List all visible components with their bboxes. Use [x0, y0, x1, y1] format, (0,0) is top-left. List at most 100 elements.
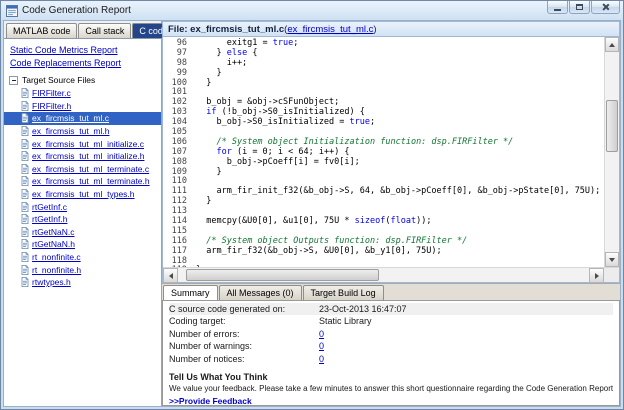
tree-item-ex-fircmsis-tut-ml-initialize-h[interactable]: ex_fircmsis_tut_ml_initialize.h	[4, 150, 161, 163]
tree-item-rtgetinf-h[interactable]: rtGetInf.h	[4, 213, 161, 226]
provide-feedback-link[interactable]: >>Provide Feedback	[169, 396, 252, 406]
tree-item-label[interactable]: rtGetNaN.c	[32, 227, 75, 237]
top-tab-strip: MATLAB codeCall stackC code	[4, 21, 161, 39]
summary-value: Static Library	[319, 315, 372, 327]
file-icon	[21, 227, 29, 237]
tree-item-label[interactable]: ex_fircmsis_tut_ml.h	[32, 126, 109, 136]
horizontal-scroll-track[interactable]	[178, 268, 589, 282]
tree-item-ex-fircmsis-tut-ml-h[interactable]: ex_fircmsis_tut_ml.h	[4, 125, 161, 138]
tree-item-rt-nonfinite-h[interactable]: rt_nonfinite.h	[4, 263, 161, 276]
vertical-scrollbar[interactable]	[604, 37, 619, 267]
code-line: 117 arm_fir_f32(&b_obj->S, &U0[0], &b_y1…	[163, 247, 604, 257]
sidebar-report-links: Static Code Metrics Report Code Replaceme…	[4, 45, 161, 68]
tree-item-ex-fircmsis-tut-ml-initialize-c[interactable]: ex_fircmsis_tut_ml_initialize.c	[4, 137, 161, 150]
arrow-down-icon	[609, 258, 615, 262]
tree-item-rtgetnan-h[interactable]: rtGetNaN.h	[4, 238, 161, 251]
code-line: 98 i++;	[163, 59, 604, 69]
tree-item-label[interactable]: rt_nonfinite.h	[32, 265, 81, 275]
vertical-scroll-track[interactable]	[605, 52, 619, 252]
tree-item-label[interactable]: ex_fircmsis_tut_ml_initialize.h	[32, 151, 144, 161]
tab-call-stack[interactable]: Call stack	[78, 23, 131, 38]
tree-item-label[interactable]: rtGetNaN.h	[32, 239, 75, 249]
vertical-scroll-thumb[interactable]	[606, 100, 618, 152]
feedback-text: We value your feedback. Please take a fe…	[169, 383, 613, 394]
minimize-icon	[554, 9, 561, 11]
close-icon	[602, 3, 610, 11]
tab-summary[interactable]: Summary	[163, 285, 218, 300]
tree-item-label[interactable]: ex_fircmsis_tut_ml.c	[32, 113, 109, 123]
file-header-link[interactable]: ex_fircmsis_tut_ml.c	[287, 24, 373, 35]
code-line: 111 arm_fir_init_f32(&b_obj->S, 64, &b_o…	[163, 187, 604, 197]
tree-item-rtwtypes-h[interactable]: rtwtypes.h	[4, 276, 161, 289]
scroll-down-button[interactable]	[605, 252, 619, 267]
file-icon	[21, 101, 29, 111]
source-text: b_obj->S0_isInitialized = true;	[196, 117, 375, 127]
tree-item-label[interactable]: ex_fircmsis_tut_ml_initialize.c	[32, 139, 144, 149]
sidebar: Static Code Metrics Report Code Replaceme…	[4, 39, 161, 406]
tree-item-label[interactable]: rtGetInf.h	[32, 214, 67, 224]
arrow-up-icon	[609, 43, 615, 47]
tree-item-ex-fircmsis-tut-ml-terminate-c[interactable]: ex_fircmsis_tut_ml_terminate.c	[4, 163, 161, 176]
scroll-left-button[interactable]	[163, 268, 178, 283]
summary-label: C source code generated on:	[169, 303, 319, 315]
tree-item-label[interactable]: ex_fircmsis_tut_ml_terminate.c	[32, 164, 149, 174]
tree-root-target-source-files[interactable]: Target Source Files	[4, 74, 161, 87]
title-bar: Code Generation Report	[1, 1, 623, 20]
window-frame: MATLAB codeCall stackC code Static Code …	[1, 20, 623, 409]
tree-item-firfilter-c[interactable]: FIRFilter.c	[4, 87, 161, 100]
link-code-replacements-report[interactable]: Code Replacements Report	[10, 58, 155, 68]
tree-item-label[interactable]: rt_nonfinite.c	[32, 252, 81, 262]
arrow-right-icon	[595, 273, 599, 279]
tree-item-rtgetnan-c[interactable]: rtGetNaN.c	[4, 226, 161, 239]
collapse-icon[interactable]	[9, 76, 18, 85]
file-icon	[21, 252, 29, 262]
summary-row: Coding target:Static Library	[169, 315, 613, 327]
summary-value[interactable]: 0	[319, 353, 324, 365]
code-main: 96 exitg1 = true;97 } else {98 i++;99 }1…	[163, 37, 619, 267]
tree-item-rt-nonfinite-c[interactable]: rt_nonfinite.c	[4, 251, 161, 264]
source-text: if (!b_obj->S0_isInitialized) {	[196, 107, 365, 117]
tree-item-label[interactable]: rtGetInf.c	[32, 202, 67, 212]
tree-item-rtgetinf-c[interactable]: rtGetInf.c	[4, 200, 161, 213]
tree-item-label[interactable]: ex_fircmsis_tut_ml_terminate.h	[32, 176, 150, 186]
horizontal-scroll-thumb[interactable]	[186, 269, 379, 281]
tree-item-ex-fircmsis-tut-ml-terminate-h[interactable]: ex_fircmsis_tut_ml_terminate.h	[4, 175, 161, 188]
tab-target-build-log[interactable]: Target Build Log	[303, 285, 384, 300]
summary-label: Number of notices:	[169, 353, 319, 365]
source-text: /* System object Outputs function: dsp.F…	[196, 236, 467, 246]
tree-item-label[interactable]: ex_fircmsis_tut_ml_types.h	[32, 189, 135, 199]
summary-value[interactable]: 0	[319, 328, 324, 340]
app-body: MATLAB codeCall stackC code Static Code …	[3, 20, 621, 407]
tree-item-firfilter-h[interactable]: FIRFilter.h	[4, 100, 161, 113]
source-text: exitg1 = true;	[196, 38, 298, 48]
source-text: for (i = 0; i < 64; i++) {	[196, 147, 350, 157]
tree-item-ex-fircmsis-tut-ml-c[interactable]: ex_fircmsis_tut_ml.c	[4, 112, 161, 125]
source-text: }	[196, 68, 222, 78]
maximize-button[interactable]	[569, 1, 590, 14]
summary-value: 23-Oct-2013 16:47:07	[319, 303, 407, 315]
link-static-code-metrics-report[interactable]: Static Code Metrics Report	[10, 45, 155, 55]
summary-row: C source code generated on:23-Oct-2013 1…	[169, 303, 613, 315]
title-left: Code Generation Report	[6, 1, 547, 20]
scroll-right-button[interactable]	[589, 268, 604, 283]
tree-item-label[interactable]: rtwtypes.h	[32, 277, 71, 287]
code-line: 108 b_obj->pCoeff[i] = fv0[i];	[163, 158, 604, 168]
summary-value[interactable]: 0	[319, 340, 324, 352]
tab-matlab-code[interactable]: MATLAB code	[6, 23, 77, 38]
tree-item-label[interactable]: FIRFilter.h	[32, 101, 71, 111]
file-icon	[21, 214, 29, 224]
close-button[interactable]	[591, 1, 620, 14]
horizontal-scrollbar[interactable]	[163, 268, 604, 282]
summary-rows: C source code generated on:23-Oct-2013 1…	[169, 303, 613, 365]
tree-item-ex-fircmsis-tut-ml-types-h[interactable]: ex_fircmsis_tut_ml_types.h	[4, 188, 161, 201]
horizontal-scrollbar-row	[163, 267, 619, 282]
code-line: 114 memcpy(&U0[0], &u1[0], 75U * sizeof(…	[163, 217, 604, 227]
file-icon	[21, 277, 29, 287]
source-text: arm_fir_init_f32(&b_obj->S, 64, &b_obj->…	[196, 186, 600, 196]
minimize-button[interactable]	[547, 1, 568, 14]
scroll-up-button[interactable]	[605, 37, 619, 52]
tree-item-label[interactable]: FIRFilter.c	[32, 88, 71, 98]
source-text: memcpy(&U0[0], &u1[0], 75U * sizeof(floa…	[196, 216, 431, 226]
tab-all-messages-0[interactable]: All Messages (0)	[219, 285, 302, 300]
file-icon	[21, 151, 29, 161]
